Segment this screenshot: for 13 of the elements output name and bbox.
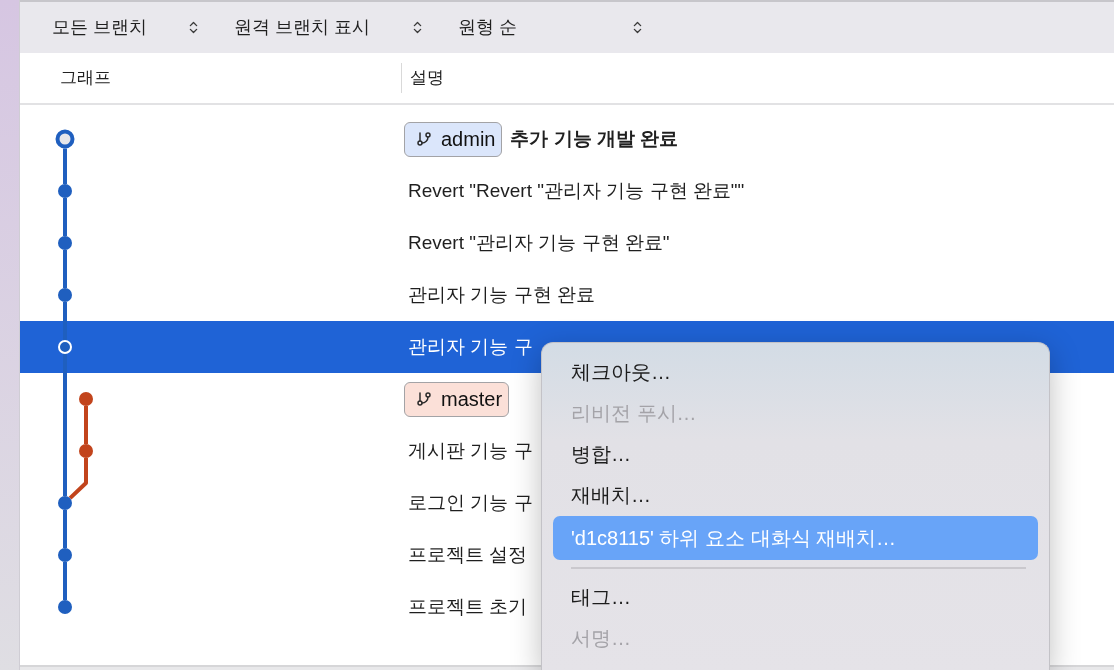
commit-message: 게시판 기능 구 [408, 438, 533, 463]
branch-name: admin [441, 127, 496, 152]
commit-message: Revert "관리자 기능 구현 완료" [408, 230, 670, 255]
commit-message: 추가 기능 개발 완료 [510, 126, 679, 151]
commit-message: 로그인 기능 구 [408, 490, 533, 515]
column-header: 설명 [410, 67, 444, 90]
commit-message: 프로젝트 설정 [408, 542, 528, 567]
commit-message: Revert "Revert "관리자 기능 구현 완료"" [408, 178, 745, 203]
commit-message: 관리자 기능 구현 완료 [408, 282, 595, 307]
commit-message: 관리자 기능 구 [408, 334, 533, 359]
commit-message: 프로젝트 초기 [408, 594, 528, 619]
branch-name: master [441, 387, 503, 412]
column-header: 그래프 [60, 68, 111, 88]
